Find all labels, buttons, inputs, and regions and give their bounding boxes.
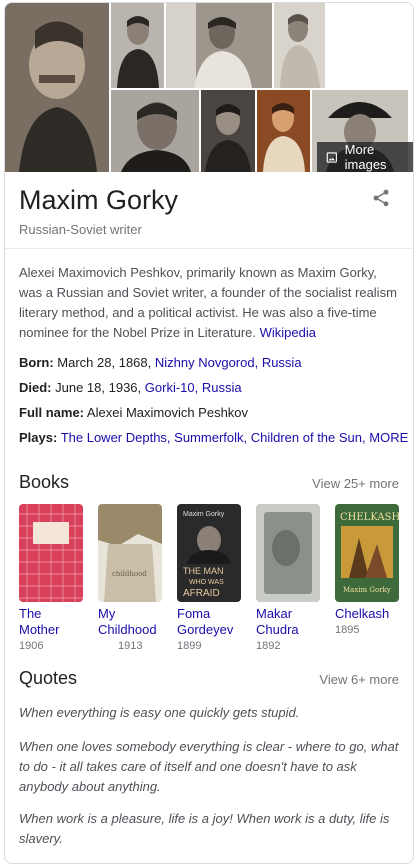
book-item[interactable]: Makar Chudra 1892	[256, 504, 320, 654]
book-year: 1913	[118, 640, 143, 652]
book-item[interactable]: childhood My Childhood 1913	[98, 504, 162, 654]
fact-born: Born: March 28, 1868, Nizhny Novgorod, R…	[19, 353, 399, 378]
quote-item: When everything is easy one quickly gets…	[19, 705, 300, 720]
book-title[interactable]: The Mother	[19, 606, 83, 638]
fact-value: March 28, 1868,	[57, 355, 152, 370]
book-year: 1892	[256, 640, 281, 652]
portrait-image-7[interactable]	[257, 90, 310, 172]
cover-author: Maxim Gorky	[343, 586, 391, 594]
book-title[interactable]: Chelkash	[335, 606, 399, 622]
book-item[interactable]: CHELKASH Maxim Gorky Chelkash 1895	[335, 504, 399, 654]
portrait-image-1[interactable]	[5, 3, 109, 172]
fact-label: Born:	[19, 355, 54, 370]
book-cover[interactable]: Maxim Gorky THE MAN WHO WAS AFRAID	[177, 504, 241, 602]
book-cover[interactable]: CHELKASH Maxim Gorky	[335, 504, 399, 602]
description-text: Alexei Maximovich Peshkov, primarily kno…	[19, 265, 397, 340]
portrait-image-6[interactable]	[201, 90, 255, 172]
entity-title: Maxim Gorky	[19, 185, 179, 215]
fact-label: Died:	[19, 380, 52, 395]
books-carousel: The Mother 1906 childhood My Childhood 1…	[5, 504, 413, 654]
born-place-link[interactable]: Nizhny Novgorod, Russia	[155, 355, 302, 370]
book-cover[interactable]	[256, 504, 320, 602]
cover-title: CHELKASH	[340, 512, 399, 523]
portrait-image-2[interactable]	[111, 3, 164, 88]
quotes-view-more[interactable]: View 6+ more	[319, 672, 399, 687]
cover-author: Maxim Gorky	[183, 511, 225, 518]
fact-died: Died: June 18, 1936, Gorki-10, Russia	[19, 378, 399, 403]
book-year: 1899	[177, 640, 202, 652]
entity-description: Alexei Maximovich Peshkov, primarily kno…	[5, 249, 413, 343]
portrait-image-4[interactable]	[274, 3, 325, 88]
book-title[interactable]: Makar Chudra	[256, 606, 320, 638]
plays-more-link[interactable]: MORE	[369, 430, 408, 445]
knowledge-panel: More images Maxim Gorky Russian-Soviet w…	[4, 2, 414, 864]
book-item[interactable]: The Mother 1906	[19, 504, 83, 654]
fact-label: Plays:	[19, 430, 58, 445]
image-icon	[326, 151, 337, 163]
entity-subtitle: Russian-Soviet writer	[19, 222, 142, 237]
died-place-link[interactable]: Gorki-10, Russia	[145, 380, 242, 395]
book-year: 1906	[19, 640, 44, 652]
quotes-title: Quotes	[19, 668, 78, 688]
books-view-more[interactable]: View 25+ more	[312, 476, 399, 491]
books-title: Books	[19, 472, 70, 492]
cover-text: childhood	[112, 570, 147, 578]
entity-header: Maxim Gorky Russian-Soviet writer	[5, 172, 413, 249]
book-cover[interactable]: childhood	[98, 504, 162, 602]
book-title[interactable]: My Childhood	[98, 606, 162, 638]
quote-item: When work is a pleasure, life is a joy! …	[19, 811, 390, 846]
more-images-label: More images	[344, 142, 387, 172]
fact-value: June 18, 1936,	[55, 380, 142, 395]
book-item[interactable]: Maxim Gorky THE MAN WHO WAS AFRAID Foma …	[177, 504, 241, 654]
quotes-header: Quotes View 6+ more	[5, 668, 413, 689]
portrait-image-5[interactable]	[111, 90, 199, 172]
books-header: Books View 25+ more	[5, 472, 413, 493]
quote-item: When one loves somebody everything is cl…	[19, 739, 399, 794]
wikipedia-link[interactable]: Wikipedia	[260, 325, 316, 340]
more-images-button[interactable]: More images	[317, 142, 413, 172]
portrait-image-3[interactable]	[166, 3, 272, 88]
plays-link[interactable]: The Lower Depths, Summerfolk, Children o…	[61, 430, 366, 445]
book-title[interactable]: Foma Gordeyev	[177, 606, 241, 638]
cover-line: AFRAID	[183, 588, 220, 599]
fact-label: Full name:	[19, 405, 85, 420]
share-icon[interactable]	[371, 188, 391, 208]
fact-value: Alexei Maximovich Peshkov	[86, 405, 249, 420]
book-cover[interactable]	[19, 504, 83, 602]
cover-line: THE MAN	[183, 566, 224, 576]
image-mosaic: More images	[5, 3, 413, 172]
fact-full-name: Full name: Alexei Maximovich Peshkov	[19, 403, 399, 428]
cover-line: WHO WAS	[189, 579, 224, 586]
book-year: 1895	[335, 624, 360, 636]
fact-plays: Plays: The Lower Depths, Summerfolk, Chi…	[19, 428, 408, 453]
facts-list: Born: March 28, 1868, Nizhny Novgorod, R…	[5, 343, 413, 453]
